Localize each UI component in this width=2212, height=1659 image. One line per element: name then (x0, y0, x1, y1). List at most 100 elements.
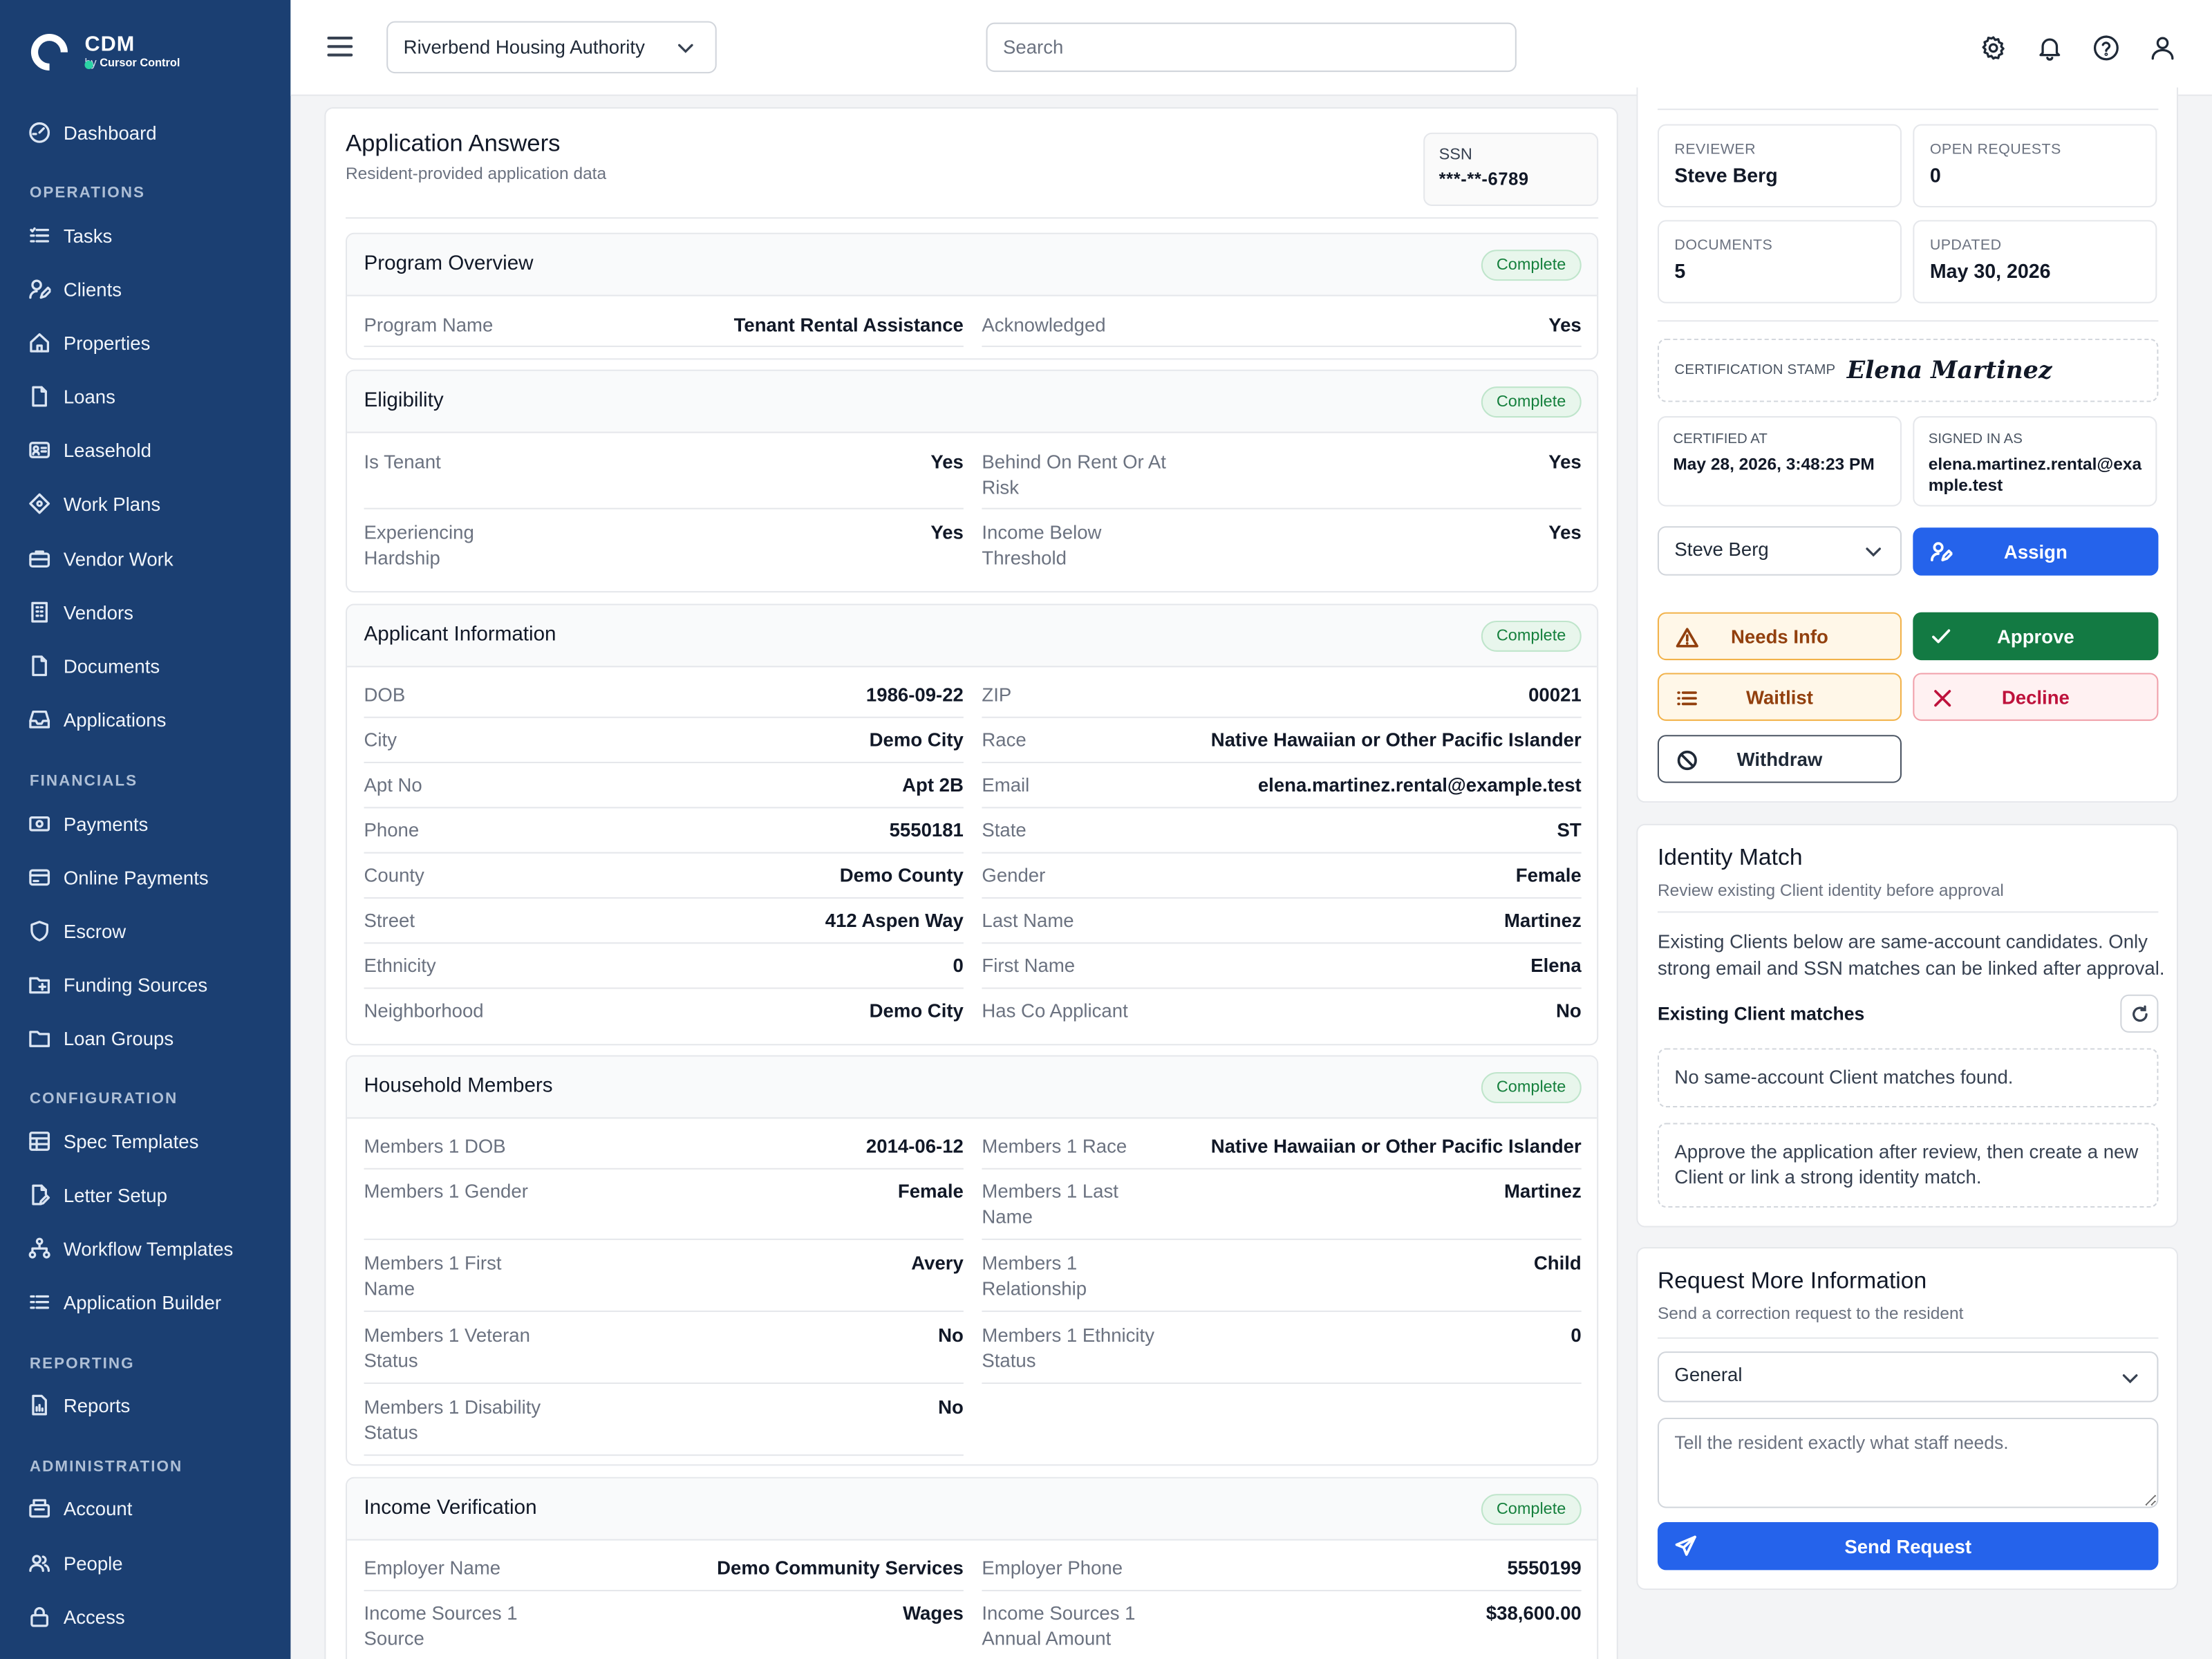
sidebar-item-access[interactable]: Access (28, 1600, 125, 1633)
bell-icon[interactable] (2036, 34, 2064, 62)
answer-row: Members 1 First Name Avery (364, 1251, 964, 1312)
ssn-value: ***-**-6789 (1438, 169, 1529, 189)
answer-row: Members 1 Gender Female (364, 1179, 964, 1240)
brand-sub: by Cursor Control (84, 56, 180, 69)
sidebar-item-clients[interactable]: Clients (28, 272, 122, 306)
gear-icon[interactable] (1979, 34, 2007, 62)
reviewer-select[interactable]: Steve Berg (1657, 526, 1902, 576)
matches-heading: Existing Client matches (1657, 1003, 1865, 1024)
sidebar-item-spec-templates[interactable]: Spec Templates (28, 1125, 198, 1159)
answer-row: Acknowledged Yes (982, 313, 1582, 348)
answer-row: Gender Female (982, 863, 1582, 899)
answer-row: DOB 1986-09-22 (364, 683, 964, 718)
approve-button[interactable]: Approve (1913, 612, 2159, 661)
answer-row: County Demo County (364, 863, 964, 899)
sidebar-item-online-payments[interactable]: Online Payments (28, 861, 209, 894)
sidebar-item-label: Workflow Templates (63, 1237, 234, 1259)
section-program-overview: Program Overview Complete Program Name Te… (345, 232, 1599, 360)
sidebar-item-funding-sources[interactable]: Funding Sources (28, 968, 207, 1002)
signed-in-as: SIGNED IN AS elena.martinez.rental@examp… (1913, 416, 2157, 507)
brand[interactable]: CDM by Cursor Control (23, 26, 180, 79)
answer-row: Employer Phone 5550199 (982, 1556, 1582, 1592)
withdraw-button[interactable]: Withdraw (1657, 735, 1902, 783)
needs-info-button[interactable]: Needs Info (1657, 612, 1902, 661)
sidebar-item-label: Work Plans (63, 493, 161, 514)
sidebar-item-label: Applications (63, 709, 167, 731)
request-category-select[interactable]: General (1657, 1351, 2159, 1403)
answer-row: Apt No Apt 2B (364, 773, 964, 809)
answer-row: Experiencing Hardship Yes (364, 522, 964, 569)
sidebar-item-tasks[interactable]: Tasks (28, 218, 112, 252)
sidebar-item-application-builder[interactable]: Application Builder (28, 1285, 221, 1319)
answer-row: Members 1 Last Name Martinez (982, 1179, 1582, 1240)
sidebar-item-label: Escrow (63, 920, 126, 942)
divider (1657, 1337, 2159, 1339)
answer-row: Behind On Rent Or At Risk Yes (982, 450, 1582, 509)
identity-description: Existing Clients below are same-account … (1657, 930, 2165, 980)
sidebar-item-loan-groups[interactable]: Loan Groups (28, 1022, 174, 1056)
status-badge: Complete (1481, 250, 1582, 281)
sidebar-item-account[interactable]: Account (28, 1491, 133, 1525)
sidebar-item-people[interactable]: People (28, 1546, 123, 1580)
certified-at: CERTIFIED AT May 28, 2026, 3:48:23 PM (1657, 416, 1902, 507)
sidebar-item-letter-setup[interactable]: Letter Setup (28, 1178, 167, 1212)
request-message-field[interactable] (1657, 1418, 2159, 1508)
sidebar-item-label: Application Builder (63, 1291, 222, 1313)
section-applicant-information: Applicant Information Complete DOB 1986-0… (345, 603, 1599, 1046)
sidebar-item-label: Funding Sources (63, 974, 208, 995)
waitlist-button[interactable]: Waitlist (1657, 673, 1902, 721)
diamond-icon (29, 493, 50, 514)
search-input[interactable] (986, 22, 1517, 73)
chevron-down-icon (2122, 1374, 2138, 1384)
organization-select[interactable]: Riverbend Housing Authority (386, 21, 717, 74)
sidebar-item-vendor-work[interactable]: Vendor Work (28, 542, 174, 576)
section-title: Program Overview (364, 252, 534, 275)
sidebar-item-escrow[interactable]: Escrow (28, 914, 126, 948)
nav-section-configuration: CONFIGURATION (29, 1090, 178, 1108)
building-icon (31, 601, 48, 623)
stat-open-requests: OPEN REQUESTS 0 (1913, 124, 2157, 207)
sidebar-item-applications[interactable]: Applications (28, 702, 167, 736)
help-icon[interactable] (2092, 34, 2121, 62)
user-icon[interactable] (2148, 34, 2177, 62)
status-badge: Complete (1481, 620, 1582, 652)
assign-button[interactable]: Assign (1913, 527, 2159, 576)
list-icon (30, 227, 50, 243)
refresh-icon (2133, 1005, 2148, 1022)
sidebar-item-payments[interactable]: Payments (28, 807, 148, 841)
send-request-button[interactable]: Send Request (1657, 1522, 2159, 1571)
sidebar-item-vendors[interactable]: Vendors (28, 595, 133, 629)
answer-row: Ethnicity 0 (364, 954, 964, 989)
sidebar-item-dashboard[interactable]: Dashboard (28, 115, 157, 149)
answer-row: Members 1 DOB 2014-06-12 (364, 1134, 964, 1170)
sidebar-item-loans[interactable]: Loans (28, 379, 115, 413)
sidebar-item-documents[interactable]: Documents (28, 649, 160, 683)
list-checks-icon (30, 1295, 50, 1309)
sidebar-item-properties[interactable]: Properties (28, 326, 151, 359)
menu-icon[interactable] (327, 37, 353, 57)
divider (1657, 911, 2159, 913)
sidebar-item-label: Documents (63, 655, 160, 677)
sidebar-item-label: Clients (63, 279, 122, 300)
sidebar-item-work-plans[interactable]: Work Plans (28, 487, 160, 521)
answer-row: First Name Elena (982, 954, 1582, 989)
sidebar-item-label: Leasehold (63, 439, 152, 461)
sidebar-item-label: Dashboard (63, 122, 157, 144)
status-badge: Complete (1481, 1494, 1582, 1526)
page-subtitle: Resident-provided application data (345, 163, 607, 184)
lock-icon (30, 1606, 48, 1627)
answer-row: Income Below Threshold Yes (982, 522, 1582, 569)
answer-row: Income Sources 1 Annual Amount $38,600.00 (982, 1602, 1582, 1649)
answer-row: Members 1 Relationship Child (982, 1251, 1582, 1312)
check-icon (1932, 629, 1951, 644)
answer-row: Has Co Applicant No (982, 1000, 1582, 1022)
sidebar-item-leasehold[interactable]: Leasehold (28, 433, 151, 467)
cdm-logo-icon (23, 26, 75, 79)
ssn-card: SSN ***-**-6789 (1423, 132, 1599, 206)
register-icon (29, 1499, 50, 1518)
sidebar-item-reports[interactable]: Reports (28, 1388, 131, 1422)
refresh-button[interactable] (2120, 994, 2159, 1033)
sidebar-item-workflow-templates[interactable]: Workflow Templates (28, 1232, 234, 1266)
decline-button[interactable]: Decline (1913, 673, 2159, 721)
answer-row: Race Native Hawaiian or Other Pacific Isl… (982, 728, 1582, 764)
